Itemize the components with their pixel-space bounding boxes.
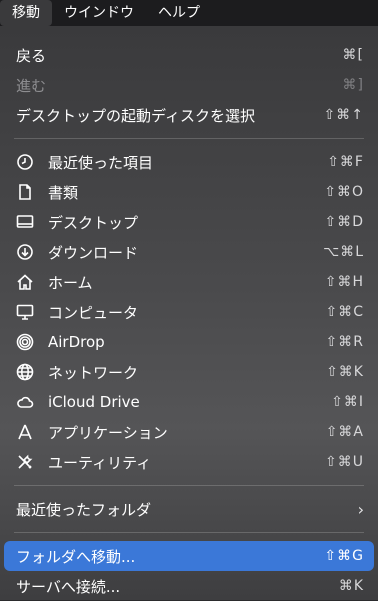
- menu-item-label: アプリケーション: [48, 423, 168, 442]
- shortcut-text: ⇧⌘↑: [323, 107, 364, 123]
- menu-item-label: サーバへ接続...: [16, 577, 121, 596]
- go-menu-dropdown: 戻る ⌘[ 進む ⌘] デスクトップの起動ディスクを選択 ⇧⌘↑ 最近使った項目…: [0, 26, 378, 600]
- clock-icon: [16, 153, 34, 171]
- chevron-right-icon: ›: [357, 499, 364, 519]
- menu-item-go-to-folder[interactable]: フォルダへ移動... ⇧⌘G: [4, 541, 374, 571]
- menu-item-label: 進む: [16, 76, 47, 95]
- menu-item-label: 最近使ったフォルダ: [16, 500, 152, 519]
- shortcut-text: ⇧⌘F: [327, 154, 364, 170]
- shortcut-text: ⇧⌘C: [325, 304, 364, 320]
- menu-item-home[interactable]: ホーム ⇧⌘H: [0, 267, 378, 297]
- document-icon: [16, 183, 34, 201]
- menu-item-label: ホーム: [48, 273, 93, 292]
- menubar-item-window[interactable]: ウインドウ: [52, 0, 146, 26]
- shortcut-text: ⇧⌘D: [324, 214, 364, 230]
- computer-icon: [16, 303, 34, 321]
- shortcut-text: ⇧⌘A: [325, 424, 364, 440]
- menu-separator: [14, 485, 364, 486]
- shortcut-text: ⌥⌘L: [323, 244, 364, 260]
- shortcut-text: ⇧⌘O: [324, 184, 364, 200]
- menu-item-label: ネットワーク: [48, 363, 139, 382]
- shortcut-text: ⇧⌘U: [325, 454, 364, 470]
- shortcut-text: ⇧⌘G: [324, 548, 364, 564]
- menu-item-label: 書類: [48, 183, 79, 202]
- menu-item-utilities[interactable]: ユーティリティ ⇧⌘U: [0, 447, 378, 477]
- menu-separator: [14, 532, 364, 533]
- menu-item-downloads[interactable]: ダウンロード ⌥⌘L: [0, 237, 378, 267]
- menu-item-label: ダウンロード: [48, 243, 139, 262]
- airdrop-icon: [16, 333, 34, 351]
- menu-item-label: AirDrop: [48, 333, 105, 351]
- menu-item-label: デスクトップの起動ディスクを選択: [16, 106, 255, 125]
- menu-item-airdrop[interactable]: AirDrop ⇧⌘R: [0, 327, 378, 357]
- menu-item-desktop[interactable]: デスクトップ ⇧⌘D: [0, 207, 378, 237]
- menu-separator: [14, 138, 364, 139]
- menu-item-connect-to-server[interactable]: サーバへ接続... ⌘K: [0, 571, 378, 601]
- utilities-icon: [16, 453, 34, 471]
- menu-item-recents[interactable]: 最近使った項目 ⇧⌘F: [0, 147, 378, 177]
- menubar-item-help[interactable]: ヘルプ: [146, 0, 212, 26]
- menu-item-recent-folders[interactable]: 最近使ったフォルダ ›: [0, 494, 378, 524]
- menu-item-label: コンピュータ: [48, 303, 139, 322]
- menu-item-documents[interactable]: 書類 ⇧⌘O: [0, 177, 378, 207]
- shortcut-text: ⇧⌘K: [326, 364, 364, 380]
- menu-item-label: デスクトップ: [48, 213, 139, 232]
- shortcut-text: ⇧⌘H: [324, 274, 364, 290]
- menu-item-computer[interactable]: コンピュータ ⇧⌘C: [0, 297, 378, 327]
- applications-icon: [16, 423, 34, 441]
- shortcut-text: ⇧⌘I: [331, 394, 364, 410]
- menu-bar: 移動 ウインドウ ヘルプ: [0, 0, 378, 26]
- download-icon: [16, 243, 34, 261]
- shortcut-text: ⌘]: [342, 77, 364, 93]
- desktop-icon: [16, 213, 34, 231]
- network-icon: [16, 363, 34, 381]
- menu-item-label: フォルダへ移動...: [16, 547, 136, 566]
- menu-item-applications[interactable]: アプリケーション ⇧⌘A: [0, 417, 378, 447]
- menu-item-icloud-drive[interactable]: iCloud Drive ⇧⌘I: [0, 387, 378, 417]
- menu-item-label: 最近使った項目: [48, 153, 154, 172]
- shortcut-text: ⇧⌘R: [325, 334, 364, 350]
- icloud-icon: [16, 393, 34, 411]
- menu-item-label: iCloud Drive: [48, 393, 140, 411]
- menubar-item-go[interactable]: 移動: [0, 0, 52, 26]
- menu-item-forward: 進む ⌘]: [0, 70, 378, 100]
- menu-item-label: ユーティリティ: [48, 453, 152, 472]
- shortcut-text: ⌘[: [342, 47, 364, 63]
- menu-item-startup-disk[interactable]: デスクトップの起動ディスクを選択 ⇧⌘↑: [0, 100, 378, 130]
- menu-item-network[interactable]: ネットワーク ⇧⌘K: [0, 357, 378, 387]
- shortcut-text: ⌘K: [338, 578, 364, 594]
- menu-item-back[interactable]: 戻る ⌘[: [0, 40, 378, 70]
- home-icon: [16, 273, 34, 291]
- menu-item-label: 戻る: [16, 46, 47, 65]
